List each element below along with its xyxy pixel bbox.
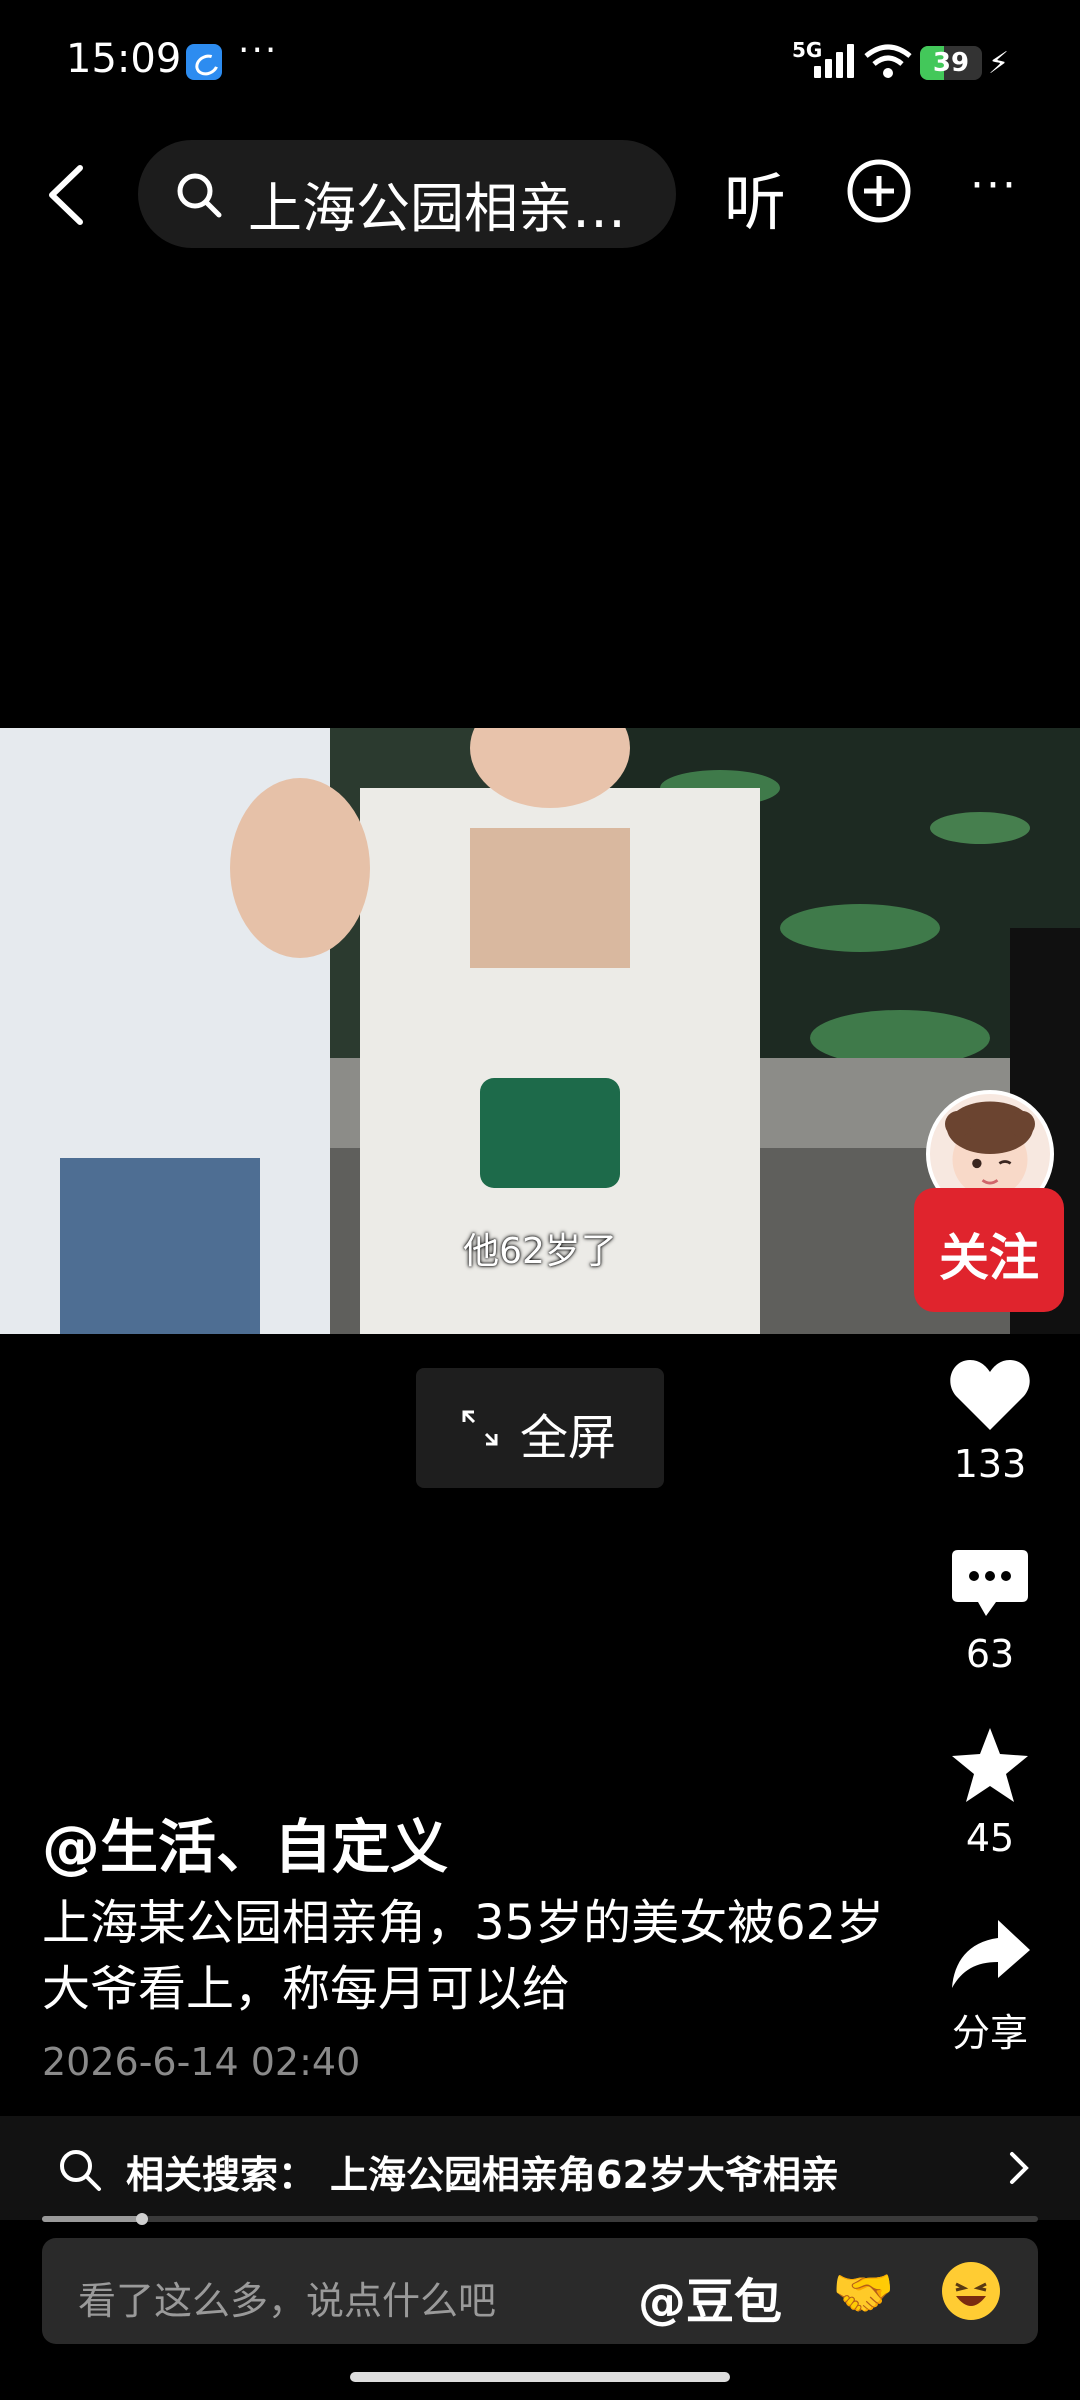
signal-icon <box>814 44 854 78</box>
video-progress-bar[interactable] <box>42 2213 1038 2225</box>
related-search-query: 上海公园相亲角62岁大爷相亲 <box>330 2153 839 2197</box>
search-icon <box>177 173 222 218</box>
wifi-icon <box>864 44 912 78</box>
more-icon[interactable]: ··· <box>970 160 1018 211</box>
follow-button[interactable]: 关注 <box>914 1188 1064 1312</box>
fullscreen-label: 全屏 <box>520 1410 617 1466</box>
progress-thumb[interactable] <box>135 2213 148 2225</box>
status-more-dots: ··· <box>238 30 279 71</box>
comment-placeholder: 看了这么多，说点什么吧 <box>78 2279 497 2323</box>
author-name[interactable]: @生活、自定义 <box>42 1800 448 1884</box>
laughing-emoji-icon[interactable] <box>942 2262 1000 2320</box>
post-caption: 上海某公园相亲角，35岁的美女被62岁大爷看上，称每月可以给 <box>42 1895 885 2017</box>
chevron-right-icon <box>1010 2152 1029 2184</box>
heart-icon <box>950 1360 1030 1430</box>
share-icon <box>952 1920 1030 1988</box>
favorite-button[interactable]: 45 <box>930 1726 1050 1860</box>
comment-count: 63 <box>965 1632 1015 1676</box>
comment-icon <box>952 1550 1028 1616</box>
status-time: 15:09 <box>66 36 182 82</box>
like-button[interactable]: 133 <box>930 1356 1050 1486</box>
post-date: 2026-6-14 02:40 <box>42 2040 361 2084</box>
plus-icon[interactable] <box>846 158 912 224</box>
follow-label: 关注 <box>939 1229 1039 1287</box>
related-search-prefix: 相关搜索： <box>126 2153 317 2197</box>
app-notification-icon <box>186 44 222 80</box>
share-label: 分享 <box>951 2011 1028 2055</box>
fullscreen-button[interactable]: 全屏 <box>416 1368 664 1488</box>
home-indicator[interactable] <box>350 2372 730 2382</box>
back-icon[interactable] <box>40 160 100 230</box>
star-icon <box>952 1728 1028 1802</box>
battery-percent: 39 <box>932 48 970 78</box>
search-icon <box>60 2150 101 2191</box>
expand-icon <box>462 1410 498 1446</box>
listen-button[interactable]: 听 <box>724 152 786 242</box>
search-bar[interactable]: 上海公园相亲相亲角62岁大爷相亲 <box>138 140 676 248</box>
search-query: 上海公园相亲相亲角62岁大爷相亲 <box>248 177 658 240</box>
progress-fill <box>42 2216 142 2222</box>
handshake-icon[interactable]: 🤝 <box>832 2264 894 2323</box>
comment-button[interactable]: 63 <box>930 1546 1050 1676</box>
share-button[interactable]: 分享 <box>930 1916 1050 2057</box>
comment-input[interactable]: 看了这么多，说点什么吧 @豆包 🤝 <box>42 2238 1038 2344</box>
like-count: 133 <box>953 1442 1027 1486</box>
favorite-count: 45 <box>965 1816 1015 1860</box>
battery-indicator: 39 <box>920 46 982 80</box>
mention-button[interactable]: @豆包 <box>638 2262 782 2332</box>
charging-icon: ⚡ <box>988 46 1010 81</box>
related-search-bar[interactable]: 相关搜索： 上海公园相亲角62岁大爷相亲 <box>0 2116 1080 2220</box>
status-bar: 15:09 ··· 5G 39 ⚡ <box>0 0 1080 120</box>
